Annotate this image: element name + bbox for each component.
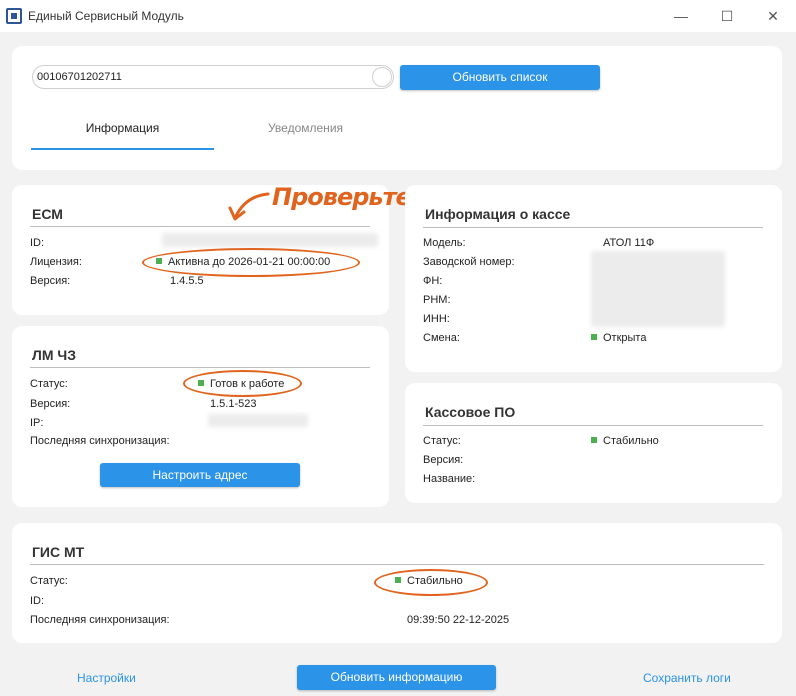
gis-title: ГИС МТ [32,544,85,560]
tab-information[interactable]: Информация [31,121,214,135]
top-panel: Обновить список Информация Уведомления [12,46,782,170]
kassa-shift-label: Смена: [423,332,460,344]
ecm-version-label: Версия: [30,275,71,287]
kassa-fn-label: ФН: [423,275,443,287]
lmcz-status-label: Статус: [30,378,68,390]
divider [30,564,764,565]
gis-id-label: ID: [30,595,45,607]
gis-status-label: Статус: [30,575,68,587]
title-bar: Единый Сервисный Модуль — ☐ ✕ [0,0,796,32]
lmcz-ip-value-redacted [208,414,308,427]
lmcz-panel: ЛМ ЧЗ Статус: Готов к работе Версия: 1.5… [12,326,389,507]
close-icon[interactable]: ✕ [750,0,796,32]
search-input[interactable] [37,71,367,83]
save-logs-link[interactable]: Сохранить логи [643,671,731,685]
status-dot-icon [591,437,597,443]
po-title: Кассовое ПО [425,404,516,420]
settings-link[interactable]: Настройки [77,671,136,685]
divider [30,367,370,368]
annotation-oval [142,248,360,277]
lmcz-sync-label: Последняя синхронизация: [30,435,170,447]
po-panel: Кассовое ПО Статус: Стабильно Версия: На… [405,383,782,503]
device-search[interactable] [32,65,394,89]
ecm-id-value-redacted [162,233,378,247]
divider [423,227,763,228]
divider [30,226,370,227]
kassa-values-redacted [591,251,725,327]
lmcz-version-label: Версия: [30,398,71,410]
kassa-rnm-label: РНМ: [423,294,451,306]
window-title: Единый Сервисный Модуль [28,9,184,23]
refresh-list-button[interactable]: Обновить список [400,65,600,90]
refresh-info-button[interactable]: Обновить информацию [297,665,496,690]
divider [423,425,763,426]
kassa-inn-label: ИНН: [423,313,450,325]
annotation-text: Проверьте [272,183,412,211]
kassa-title: Информация о кассе [425,206,571,222]
gis-sync-value: 09:39:50 22-12-2025 [407,614,510,626]
search-clear-icon[interactable] [372,67,392,87]
active-tab-indicator [31,148,214,150]
minimize-icon[interactable]: — [658,0,704,32]
po-name-label: Название: [423,473,476,485]
ecm-id-label: ID: [30,237,45,249]
lmcz-version-value: 1.5.1-523 [210,398,257,410]
arrow-annotation-icon [228,192,270,221]
status-dot-icon [591,334,597,340]
ecm-version-value: 1.4.5.5 [170,275,204,287]
configure-address-button[interactable]: Настроить адрес [100,463,300,487]
po-status-label: Статус: [423,435,461,447]
annotation-oval [374,569,488,596]
app-icon [6,8,22,24]
po-status-value: Стабильно [591,435,659,447]
gis-panel: ГИС МТ Статус: Стабильно ID: Последняя с… [12,523,782,643]
ecm-license-label: Лицензия: [30,256,82,268]
annotation-oval [183,370,302,397]
maximize-icon[interactable]: ☐ [704,0,750,32]
gis-sync-label: Последняя синхронизация: [30,614,170,626]
po-version-label: Версия: [423,454,464,466]
kassa-serial-label: Заводской номер: [423,256,515,268]
tab-notifications[interactable]: Уведомления [214,121,397,135]
kassa-shift-value: Открыта [591,332,646,344]
ecm-title: ЕСМ [32,206,63,222]
lmcz-title: ЛМ ЧЗ [32,347,76,363]
kassa-panel: Информация о кассе Модель: АТОЛ 11Ф Заво… [405,185,782,372]
kassa-model-label: Модель: [423,237,466,249]
kassa-model-value: АТОЛ 11Ф [603,237,655,249]
lmcz-ip-label: IP: [30,417,44,429]
